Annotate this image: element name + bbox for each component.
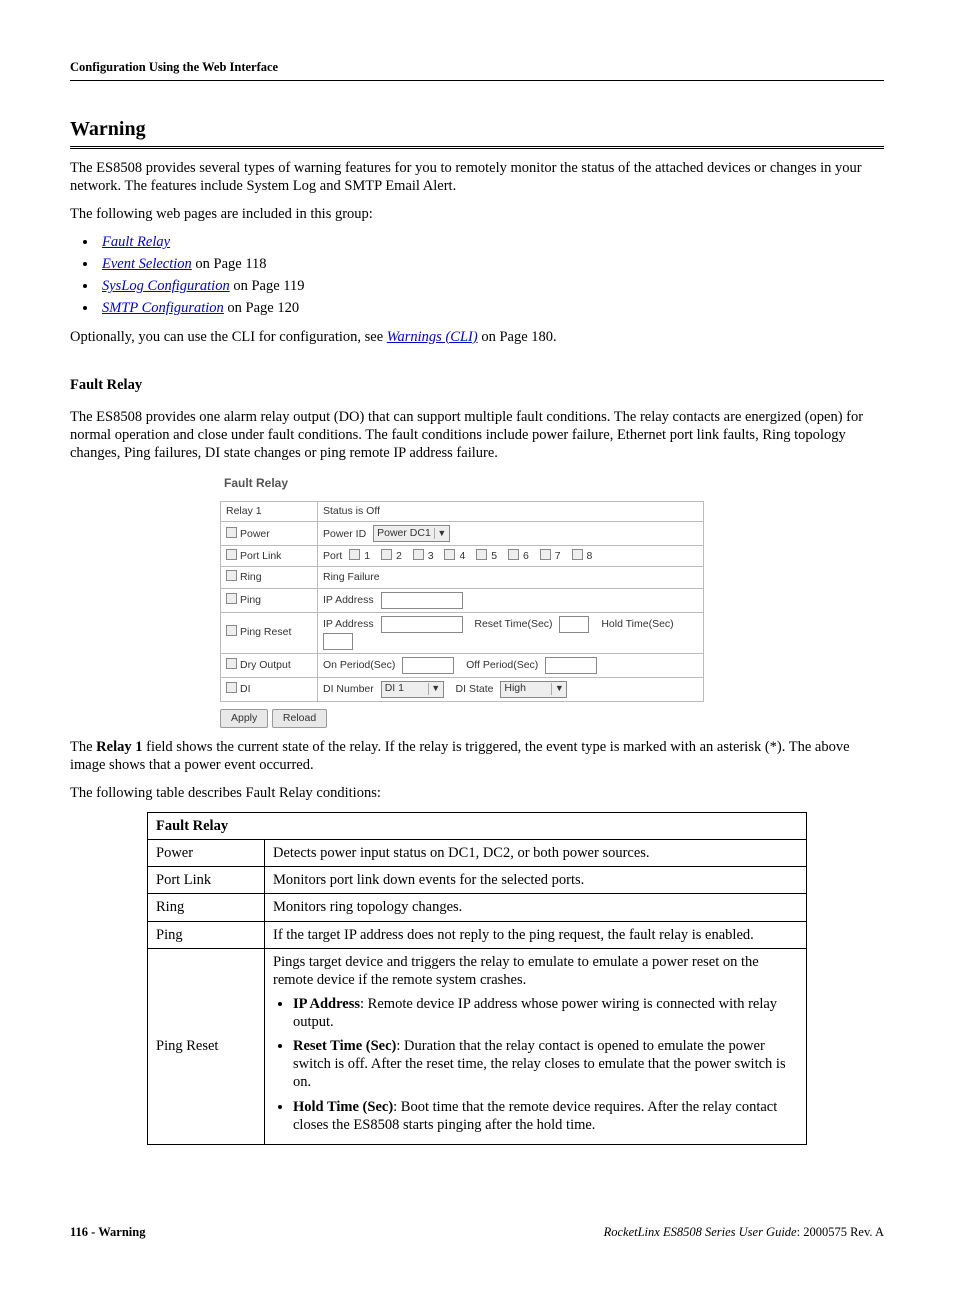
port-label: Port — [323, 550, 342, 562]
breadcrumb: Configuration Using the Web Interface — [70, 60, 278, 74]
table-row: Power Detects power input status on DC1,… — [148, 840, 807, 867]
intro-paragraph-1: The ES8508 provides several types of war… — [70, 159, 884, 195]
footer-left: 116 - Warning — [70, 1225, 145, 1241]
fault-relay-table: Fault Relay Power Detects power input st… — [147, 812, 807, 1145]
di-checkbox[interactable] — [226, 682, 237, 693]
list-item: Reset Time (Sec): Duration that the rela… — [293, 1037, 798, 1091]
dryoutput-checkbox[interactable] — [226, 658, 237, 669]
cli-note: Optionally, you can use the CLI for conf… — [70, 328, 884, 346]
pingreset-ip-input[interactable] — [381, 616, 463, 633]
port-5-checkbox[interactable] — [476, 549, 487, 560]
power-id-dropdown[interactable]: Power DC1▼ — [373, 525, 450, 542]
reload-button[interactable]: Reload — [272, 709, 327, 728]
form-title: Fault Relay — [224, 476, 704, 491]
on-period-input[interactable] — [402, 657, 454, 674]
di-number-dropdown[interactable]: DI 1▼ — [381, 681, 444, 698]
pingreset-checkbox[interactable] — [226, 625, 237, 636]
link-list: Fault Relay Event Selection on Page 118 … — [70, 233, 884, 318]
table-row: Ring Monitors ring topology changes. — [148, 894, 807, 921]
ring-value: Ring Failure — [318, 567, 704, 588]
reset-time-input[interactable] — [559, 616, 589, 633]
list-item: Event Selection on Page 118 — [98, 255, 884, 273]
hold-time-label: Hold Time(Sec) — [601, 618, 673, 630]
event-selection-link[interactable]: Event Selection — [102, 256, 192, 272]
port-1-checkbox[interactable] — [349, 549, 360, 560]
off-period-label: Off Period(Sec) — [466, 659, 538, 671]
port-4-checkbox[interactable] — [444, 549, 455, 560]
warnings-cli-link[interactable]: Warnings (CLI) — [387, 329, 478, 345]
fault-relay-link[interactable]: Fault Relay — [102, 234, 170, 250]
table-row: Ping If the target IP address does not r… — [148, 921, 807, 948]
fault-relay-desc: The ES8508 provides one alarm relay outp… — [70, 408, 884, 462]
list-item: IP Address: Remote device IP address who… — [293, 995, 798, 1031]
list-item: Fault Relay — [98, 233, 884, 251]
chevron-down-icon: ▼ — [428, 683, 443, 694]
pingreset-items: IP Address: Remote device IP address who… — [273, 995, 798, 1134]
footer-right: RocketLinx ES8508 Series User Guide: 200… — [604, 1225, 884, 1241]
di-state-dropdown[interactable]: High▼ — [500, 681, 567, 698]
ring-checkbox[interactable] — [226, 570, 237, 581]
port-2-checkbox[interactable] — [381, 549, 392, 560]
port-8-checkbox[interactable] — [572, 549, 583, 560]
pingreset-ip-label: IP Address — [323, 618, 374, 630]
di-number-label: DI Number — [323, 683, 374, 695]
fault-relay-form: Fault Relay Relay 1 Status is Off Power … — [220, 476, 704, 728]
page-title: Warning — [70, 117, 884, 149]
relay-status: Status is Off — [318, 502, 704, 522]
list-item: SMTP Configuration on Page 120 — [98, 299, 884, 317]
subsection-heading: Fault Relay — [70, 376, 884, 394]
power-id-label: Power ID — [323, 528, 366, 540]
syslog-config-link[interactable]: SysLog Configuration — [102, 278, 230, 294]
smtp-config-link[interactable]: SMTP Configuration — [102, 300, 224, 316]
page-footer: 116 - Warning RocketLinx ES8508 Series U… — [70, 1225, 884, 1241]
off-period-input[interactable] — [545, 657, 597, 674]
intro-paragraph-2: The following web pages are included in … — [70, 205, 884, 223]
di-state-label: DI State — [456, 683, 494, 695]
ping-ip-input[interactable] — [381, 592, 463, 609]
list-item: Hold Time (Sec): Boot time that the remo… — [293, 1098, 798, 1134]
apply-button[interactable]: Apply — [220, 709, 268, 728]
power-checkbox[interactable] — [226, 527, 237, 538]
port-6-checkbox[interactable] — [508, 549, 519, 560]
form-table: Relay 1 Status is Off Power Power ID Pow… — [220, 501, 704, 701]
page-header: Configuration Using the Web Interface — [70, 60, 884, 81]
relay-label: Relay 1 — [221, 502, 318, 522]
table-header: Fault Relay — [148, 813, 807, 840]
reset-time-label: Reset Time(Sec) — [474, 618, 552, 630]
table-row: Ping Reset Pings target device and trigg… — [148, 948, 807, 1144]
table-row: Port Link Monitors port link down events… — [148, 867, 807, 894]
chevron-down-icon: ▼ — [551, 683, 566, 694]
port-3-checkbox[interactable] — [413, 549, 424, 560]
on-period-label: On Period(Sec) — [323, 659, 395, 671]
chevron-down-icon: ▼ — [434, 528, 449, 539]
table-lead: The following table describes Fault Rela… — [70, 784, 884, 802]
relay1-note: The Relay 1 field shows the current stat… — [70, 738, 884, 774]
hold-time-input[interactable] — [323, 633, 353, 650]
ping-ip-label: IP Address — [323, 594, 374, 606]
port-7-checkbox[interactable] — [540, 549, 551, 560]
ping-checkbox[interactable] — [226, 593, 237, 604]
list-item: SysLog Configuration on Page 119 — [98, 277, 884, 295]
portlink-checkbox[interactable] — [226, 549, 237, 560]
